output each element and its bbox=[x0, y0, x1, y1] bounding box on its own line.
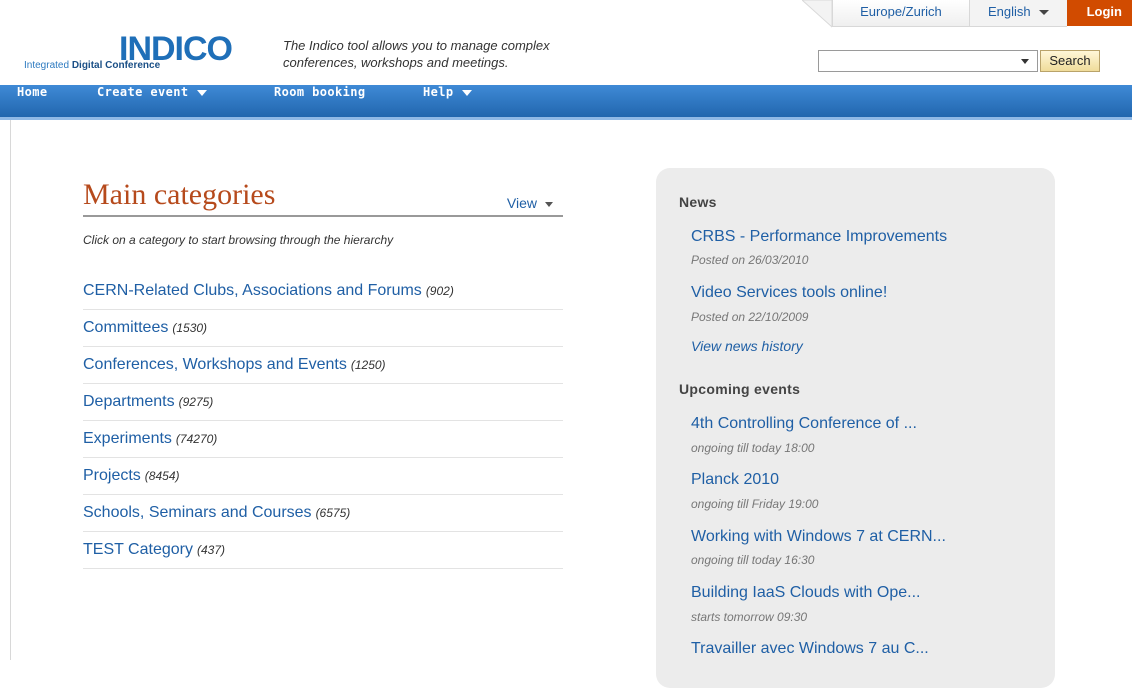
category-item[interactable]: Departments (9275) bbox=[83, 384, 563, 421]
language-selector[interactable]: English bbox=[968, 0, 1067, 27]
tab-slant-decoration bbox=[801, 0, 832, 28]
category-count: (8454) bbox=[144, 469, 180, 483]
event-link[interactable]: Working with Windows 7 at CERN... bbox=[691, 528, 946, 546]
top-tabs: Europe/Zurich English Login bbox=[801, 0, 1132, 28]
page-title: Main categories bbox=[83, 178, 276, 211]
category-label: CERN-Related Clubs, Associations and For… bbox=[83, 282, 422, 299]
category-count: (1250) bbox=[350, 358, 386, 372]
category-count: (9275) bbox=[178, 395, 214, 409]
category-item[interactable]: Experiments (74270) bbox=[83, 421, 563, 458]
category-list: CERN-Related Clubs, Associations and For… bbox=[83, 273, 563, 569]
news-item-link[interactable]: Video Services tools online! bbox=[691, 284, 887, 302]
chevron-down-icon bbox=[1038, 10, 1049, 16]
site-tagline: The Indico tool allows you to manage com… bbox=[283, 38, 550, 70]
main-nav: Home Create event Room booking Help bbox=[0, 85, 1132, 120]
news-item-date: Posted on 26/03/2010 bbox=[691, 253, 809, 267]
view-menu-button[interactable]: View bbox=[507, 195, 553, 211]
logo-tag-part2: Digital Conference bbox=[71, 60, 161, 71]
category-label: Schools, Seminars and Courses bbox=[83, 504, 312, 521]
logo-tag-part1: Integrated bbox=[24, 60, 72, 71]
category-count: (437) bbox=[196, 543, 225, 557]
indico-logo[interactable]: INDICO Integrated Digital Conference bbox=[24, 22, 244, 78]
nav-home[interactable]: Home bbox=[17, 85, 48, 117]
search-input[interactable] bbox=[818, 50, 1038, 72]
category-item[interactable]: Projects (8454) bbox=[83, 458, 563, 495]
dropdown-arrow-icon[interactable] bbox=[1021, 59, 1029, 64]
timezone-selector[interactable]: Europe/Zurich bbox=[831, 0, 969, 27]
site-header: INDICO Integrated Digital Conference The… bbox=[0, 0, 1132, 85]
news-heading: News bbox=[679, 194, 717, 210]
category-item[interactable]: TEST Category (437) bbox=[83, 532, 563, 569]
event-link[interactable]: Travailler avec Windows 7 au C... bbox=[691, 640, 929, 658]
news-item-date: Posted on 22/10/2009 bbox=[691, 310, 809, 324]
event-link[interactable]: Building IaaS Clouds with Ope... bbox=[691, 584, 920, 602]
category-count: (6575) bbox=[315, 506, 351, 520]
category-item[interactable]: Schools, Seminars and Courses (6575) bbox=[83, 495, 563, 532]
browse-hint: Click on a category to start browsing th… bbox=[83, 233, 394, 247]
nav-home-label: Home bbox=[17, 85, 48, 99]
nav-create-event-label: Create event bbox=[97, 85, 189, 99]
event-time: starts tomorrow 09:30 bbox=[691, 610, 808, 624]
category-label: Experiments bbox=[83, 430, 172, 447]
view-label: View bbox=[506, 195, 537, 211]
nav-help-label: Help bbox=[423, 85, 454, 99]
nav-create-event[interactable]: Create event bbox=[97, 85, 207, 117]
event-link[interactable]: 4th Controlling Conference of ... bbox=[691, 415, 917, 433]
nav-room-booking-label: Room booking bbox=[274, 85, 366, 99]
language-label: English bbox=[987, 4, 1031, 19]
event-link[interactable]: Planck 2010 bbox=[691, 471, 779, 489]
main-categories-section: Main categories View Click on a category… bbox=[83, 175, 563, 569]
event-time: ongoing till today 16:30 bbox=[691, 553, 815, 567]
event-time: ongoing till Friday 19:00 bbox=[691, 497, 819, 511]
category-label: Departments bbox=[83, 393, 175, 410]
news-events-panel: News CRBS - Performance Improvements Pos… bbox=[656, 168, 1055, 688]
category-label: TEST Category bbox=[83, 541, 193, 558]
nav-room-booking[interactable]: Room booking bbox=[274, 85, 366, 117]
chevron-down-icon bbox=[461, 89, 472, 96]
chevron-down-icon bbox=[196, 89, 207, 96]
category-item[interactable]: Committees (1530) bbox=[83, 310, 563, 347]
title-divider bbox=[83, 215, 563, 217]
page-left-border bbox=[10, 120, 11, 660]
logo-tagline: Integrated Digital Conference bbox=[24, 60, 160, 71]
category-item[interactable]: CERN-Related Clubs, Associations and For… bbox=[83, 273, 563, 310]
search-button[interactable]: Search bbox=[1040, 50, 1100, 72]
category-count: (902) bbox=[425, 284, 454, 298]
category-item[interactable]: Conferences, Workshops and Events (1250) bbox=[83, 347, 563, 384]
category-count: (74270) bbox=[175, 432, 218, 446]
event-time: ongoing till today 18:00 bbox=[691, 441, 815, 455]
chevron-down-icon bbox=[545, 201, 553, 207]
category-label: Conferences, Workshops and Events bbox=[83, 356, 347, 373]
category-label: Projects bbox=[83, 467, 141, 484]
category-count: (1530) bbox=[172, 321, 208, 335]
news-item-link[interactable]: CRBS - Performance Improvements bbox=[691, 228, 947, 246]
nav-help[interactable]: Help bbox=[423, 85, 472, 117]
news-history-link[interactable]: View news history bbox=[691, 338, 803, 354]
category-label: Committees bbox=[83, 319, 169, 336]
upcoming-events-heading: Upcoming events bbox=[679, 381, 801, 397]
login-button[interactable]: Login bbox=[1066, 0, 1132, 26]
